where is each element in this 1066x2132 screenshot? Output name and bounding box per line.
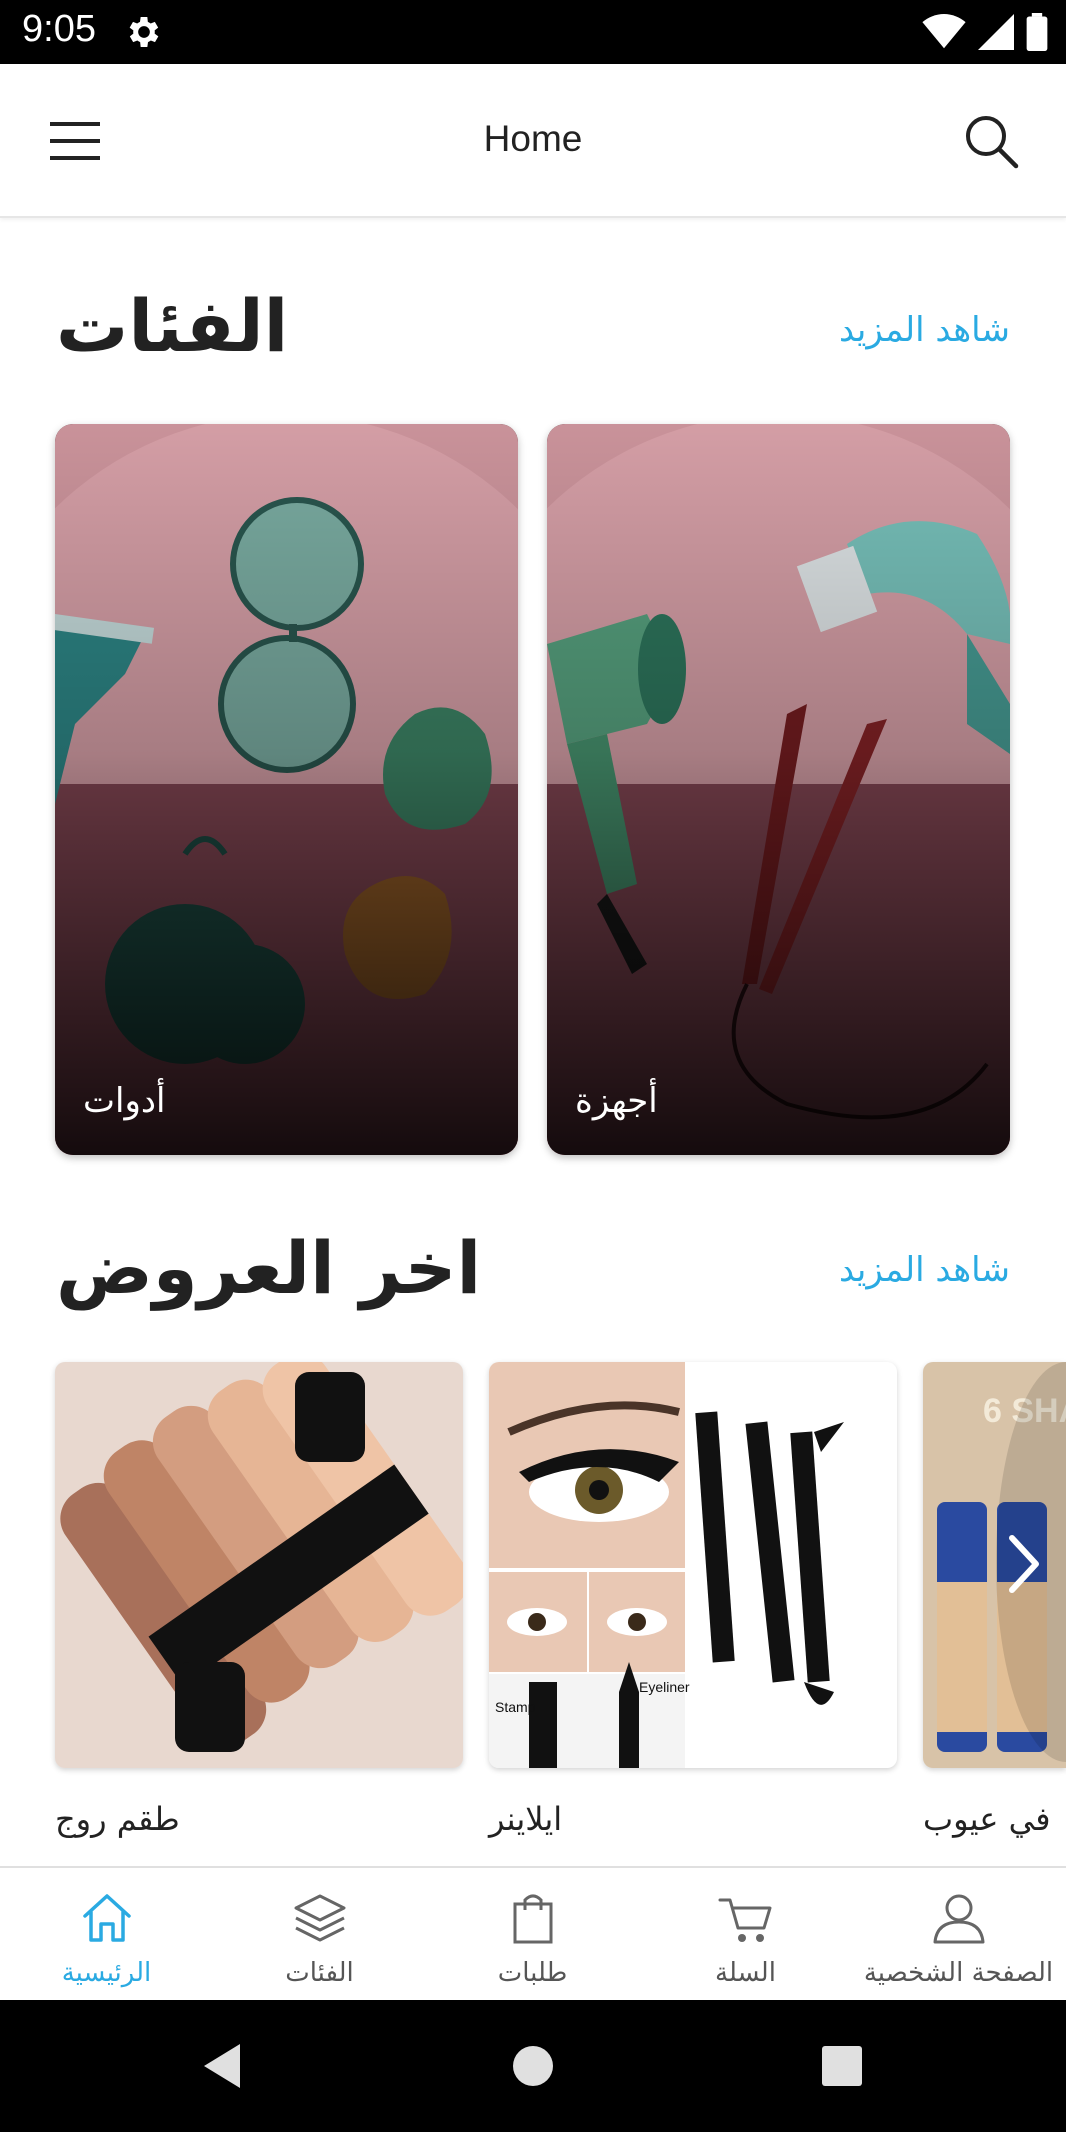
settings-gear-icon: [129, 17, 159, 47]
page-title: Home: [483, 118, 583, 159]
nav-label: طلبات: [497, 1958, 568, 1988]
category-label: أجهزة: [575, 1081, 658, 1121]
home-icon: [82, 1894, 131, 1942]
nav-item-profile[interactable]: الصفحة الشخصية: [852, 1868, 1065, 2002]
system-nav-bar: [0, 2000, 1066, 2132]
status-bar: 9:05: [0, 0, 1066, 64]
home-circle-icon[interactable]: [503, 2036, 563, 2096]
recents-square-icon[interactable]: [812, 2036, 872, 2096]
search-icon[interactable]: [960, 110, 1022, 172]
cart-icon: [718, 1898, 771, 1942]
battery-icon: [1026, 13, 1048, 51]
eyeliner-caption: Eyeliner: [639, 1679, 690, 1695]
bag-icon: [513, 1894, 552, 1944]
nav-label: السلة: [715, 1958, 776, 1988]
category-card-shade: [55, 424, 518, 1155]
carousel-next-chevron-icon[interactable]: [994, 1524, 1054, 1604]
bottom-nav: الرئيسية الفئات طلبات السلة الصفحة الشخص…: [0, 1866, 1066, 2000]
layers-icon: [294, 1894, 345, 1942]
offer-name: طقم روج: [55, 1800, 180, 1838]
status-time: 9:05: [22, 8, 96, 50]
person-icon: [933, 1894, 984, 1944]
offer-name: ايلاينر: [489, 1800, 563, 1838]
offers-title: اخر العروض: [56, 1226, 482, 1310]
categories-see-more-link[interactable]: شاهد المزيد: [839, 310, 1010, 350]
nav-item-cart[interactable]: السلة: [639, 1868, 852, 2002]
nav-label: الرئيسية: [61, 1958, 152, 1988]
category-card-tools[interactable]: أدوات: [55, 424, 518, 1155]
category-label: أدوات: [83, 1081, 166, 1121]
nav-label: الصفحة الشخصية: [863, 1958, 1054, 1988]
categories-title: الفئات: [56, 284, 289, 368]
cell-signal-icon: [978, 14, 1014, 50]
wifi-icon: [922, 14, 966, 49]
nav-item-categories[interactable]: الفئات: [213, 1868, 426, 2002]
lipstick-set-image: [55, 1362, 463, 1768]
app-root: 9:05 Home الفئات شاهد المزيد أدوات أجهزة…: [0, 0, 1066, 2132]
stamp-caption: Stamp: [495, 1699, 536, 1715]
back-triangle-icon[interactable]: [194, 2036, 254, 2096]
status-icons: [922, 12, 1048, 52]
offer-card-lipstick-set[interactable]: [55, 1362, 463, 1768]
category-card-shade: [547, 424, 1010, 1155]
offers-see-more-link[interactable]: شاهد المزيد: [839, 1250, 1010, 1290]
offer-card-eyeliner[interactable]: Stamp Eyeliner: [489, 1362, 897, 1768]
eyeliner-image: Stamp Eyeliner: [489, 1362, 897, 1768]
nav-label: الفئات: [285, 1958, 354, 1988]
nav-item-home[interactable]: الرئيسية: [0, 1868, 213, 2002]
nav-item-orders[interactable]: طلبات: [426, 1868, 639, 2002]
category-card-devices[interactable]: أجهزة: [547, 424, 1010, 1155]
offer-name: في عيوب: [923, 1800, 1051, 1838]
app-bar: Home: [0, 64, 1066, 218]
